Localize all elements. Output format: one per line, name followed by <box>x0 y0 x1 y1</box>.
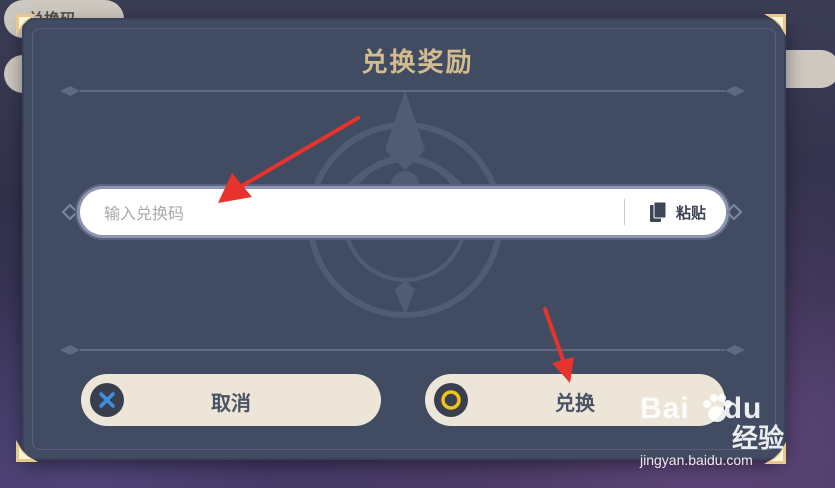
corner-ornament-icon <box>762 12 788 38</box>
corner-ornament-icon <box>14 438 40 464</box>
redeem-code-row: 粘贴 <box>62 186 742 240</box>
redeem-code-field: 粘贴 <box>80 189 726 237</box>
ornate-divider <box>60 345 745 355</box>
diamond-ornament-icon <box>62 204 78 220</box>
cancel-button[interactable]: 取消 <box>81 374 381 426</box>
redeem-code-input[interactable] <box>102 189 616 237</box>
corner-ornament-icon <box>14 12 40 38</box>
dialog-title: 兑换奖励 <box>361 48 474 78</box>
paste-button[interactable]: 粘贴 <box>636 189 720 235</box>
paste-label: 粘贴 <box>676 204 707 222</box>
document-copy-icon <box>650 202 666 222</box>
watermark-url: jingyan.baidu.com <box>640 452 753 468</box>
field-separator <box>624 199 625 225</box>
baidu-watermark: Bai du 经验 jingyan.baidu.com <box>640 392 830 472</box>
watermark-cn: 经验 <box>732 424 785 454</box>
paw-logo-icon <box>703 394 732 422</box>
diamond-ornament-icon <box>726 204 742 220</box>
cancel-label: 取消 <box>211 391 251 415</box>
